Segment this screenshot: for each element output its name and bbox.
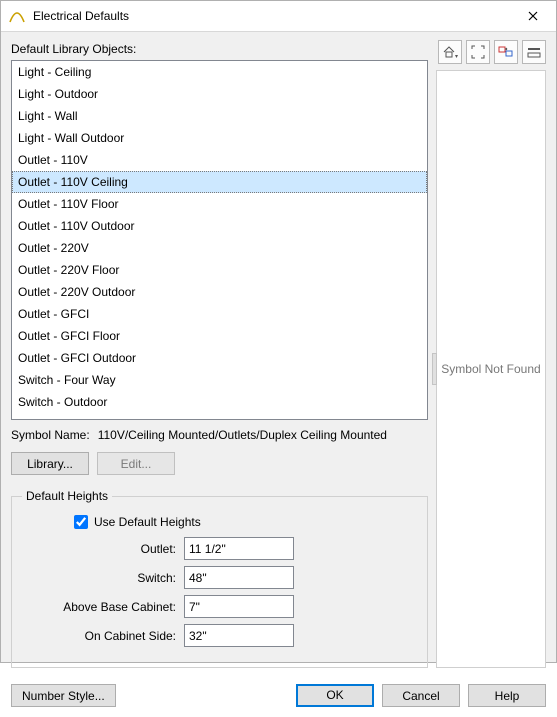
on-cabinet-side-label: On Cabinet Side: [42, 629, 184, 643]
above-base-cabinet-input[interactable] [184, 595, 294, 618]
default-heights-group: Default Heights Use Default Heights Outl… [11, 489, 428, 668]
outlet-input[interactable] [184, 537, 294, 560]
list-item[interactable]: Outlet - 110V [12, 149, 427, 171]
titlebar: Electrical Defaults [1, 1, 556, 32]
app-icon [9, 8, 25, 24]
cancel-button[interactable]: Cancel [382, 684, 460, 707]
switch-label: Switch: [42, 571, 184, 585]
list-item[interactable]: Light - Outdoor [12, 83, 427, 105]
help-button[interactable]: Help [468, 684, 546, 707]
list-item[interactable]: Light - Ceiling [12, 61, 427, 83]
splitter-handle[interactable] [432, 353, 437, 385]
default-library-objects-list[interactable]: Light - CeilingLight - OutdoorLight - Wa… [11, 60, 428, 420]
preview-toolbar [436, 40, 546, 64]
symbol-name-label: Symbol Name: [11, 428, 90, 442]
list-header-label: Default Library Objects: [11, 42, 428, 56]
close-button[interactable] [510, 1, 556, 31]
list-item[interactable]: Switch - Outdoor [12, 391, 427, 413]
close-icon [528, 11, 538, 21]
dialog-footer: Number Style... OK Cancel Help [1, 678, 556, 717]
outlet-label: Outlet: [42, 542, 184, 556]
home-dropdown-icon[interactable] [438, 40, 462, 64]
dialog-electrical-defaults: Electrical Defaults Default Library Obje… [0, 0, 557, 663]
list-item[interactable]: Light - Wall [12, 105, 427, 127]
list-item[interactable]: Outlet - 220V Floor [12, 259, 427, 281]
list-item[interactable]: Light - Wall Outdoor [12, 127, 427, 149]
number-style-button[interactable]: Number Style... [11, 684, 116, 707]
list-item[interactable]: Outlet - GFCI [12, 303, 427, 325]
use-default-heights-label[interactable]: Use Default Heights [94, 515, 201, 529]
library-button[interactable]: Library... [11, 452, 89, 475]
list-item[interactable]: Outlet - GFCI Outdoor [12, 347, 427, 369]
list-item[interactable]: Switch - Four Way [12, 369, 427, 391]
list-item[interactable]: Outlet - 110V Floor [12, 193, 427, 215]
list-item[interactable]: Switch - Single Pole [12, 413, 427, 420]
fit-extents-icon[interactable] [466, 40, 490, 64]
preview-message: Symbol Not Found [441, 362, 540, 376]
edit-button: Edit... [97, 452, 175, 475]
default-heights-legend: Default Heights [22, 489, 112, 503]
swap-view-icon[interactable] [494, 40, 518, 64]
symbol-name-value: 110V/Ceiling Mounted/Outlets/Duplex Ceil… [98, 428, 387, 442]
switch-input[interactable] [184, 566, 294, 589]
list-item[interactable]: Outlet - 110V Outdoor [12, 215, 427, 237]
options-icon[interactable] [522, 40, 546, 64]
on-cabinet-side-input[interactable] [184, 624, 294, 647]
use-default-heights-checkbox[interactable] [74, 515, 88, 529]
preview-pane: Symbol Not Found [436, 70, 546, 668]
list-item[interactable]: Outlet - 220V Outdoor [12, 281, 427, 303]
list-item[interactable]: Outlet - GFCI Floor [12, 325, 427, 347]
above-base-cabinet-label: Above Base Cabinet: [42, 600, 184, 614]
window-title: Electrical Defaults [33, 9, 510, 23]
ok-button[interactable]: OK [296, 684, 374, 707]
list-item[interactable]: Outlet - 110V Ceiling [12, 171, 427, 193]
list-item[interactable]: Outlet - 220V [12, 237, 427, 259]
